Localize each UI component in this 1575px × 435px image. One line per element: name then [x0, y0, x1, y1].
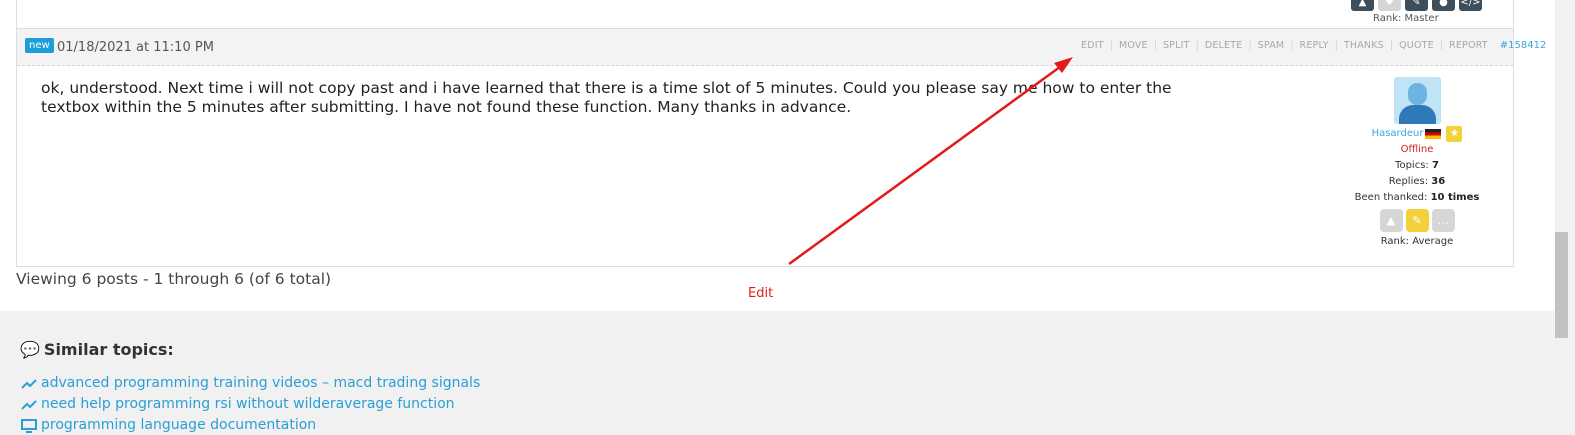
trend-up-icon: [20, 398, 37, 412]
monitor-icon: [20, 418, 37, 433]
scrollbar-track[interactable]: [1555, 0, 1575, 435]
similar-topic-item[interactable]: advanced programming training videos – m…: [20, 373, 480, 394]
scrollbar-thumb[interactable]: [1555, 232, 1568, 338]
trend-up-icon: [20, 377, 37, 391]
similar-topics-title: 💬 Similar topics:: [20, 340, 174, 359]
speech-bubble-icon: 💬: [20, 340, 40, 359]
similar-topics: 💬 Similar topics: advanced programming t…: [0, 311, 1555, 435]
forum-page: ▲ ♥ ✎ ● </> Rank: Master new 01/18/2021 …: [0, 0, 1575, 435]
similar-topics-list: advanced programming training videos – m…: [20, 373, 480, 435]
similar-topic-item[interactable]: programming language documentation: [20, 415, 480, 435]
similar-topic-item[interactable]: need help programming rsi without wilder…: [20, 394, 480, 415]
